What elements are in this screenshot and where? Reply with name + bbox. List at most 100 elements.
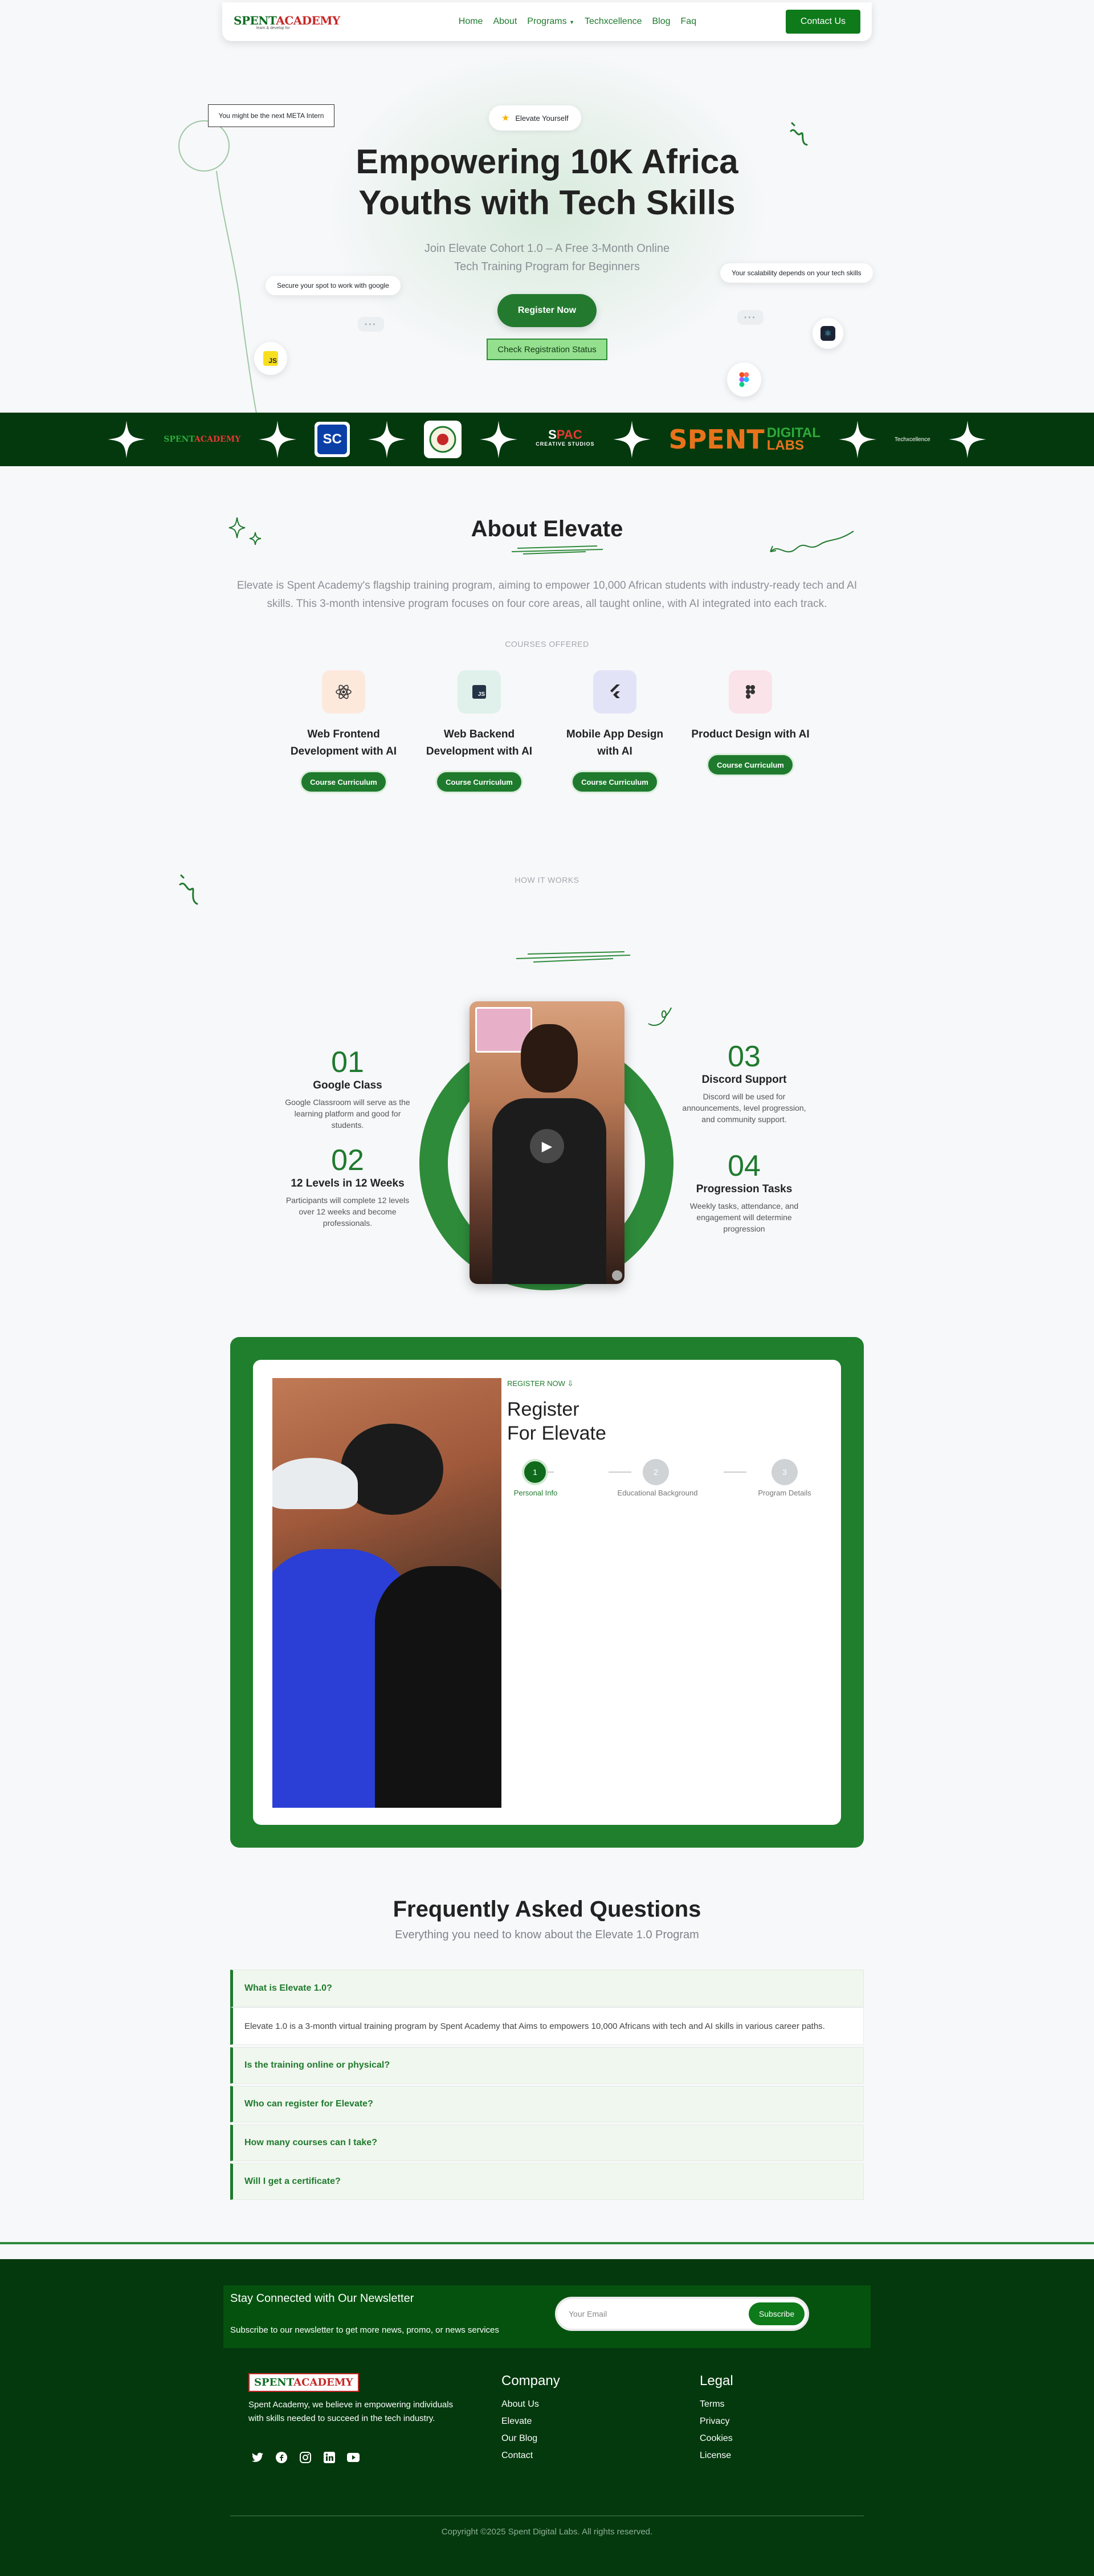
twitter-icon[interactable] [251, 2451, 264, 2464]
intro-video[interactable]: ▶ [470, 1001, 624, 1284]
hero-subtitle-line2: Tech Training Program for Beginners [454, 260, 640, 273]
nav-about[interactable]: About [493, 17, 517, 27]
step-card-4: 04 Progression Tasks Weekly tasks, atten… [681, 1149, 807, 1234]
faq-question[interactable]: How many courses can I take? [230, 2125, 864, 2161]
partner-logo-spentacademy: SPENTACADEMY [164, 435, 241, 444]
register-title-line2: For Elevate [507, 1422, 606, 1444]
person-shirt-black [375, 1566, 501, 1808]
footer-logo[interactable]: SPENTACADEMY [248, 2373, 359, 2392]
course-card-frontend: Web Frontend Development with AI Course … [284, 670, 403, 793]
stepper-line [609, 1472, 631, 1473]
how-it-works-label: HOW IT WORKS [515, 875, 579, 885]
sparkle-icon [368, 421, 406, 458]
hero-subtitle-line1: Join Elevate Cohort 1.0 – A Free 3-Month… [424, 242, 670, 255]
faq-question[interactable]: Will I get a certificate? [230, 2163, 864, 2200]
squiggle-icon [179, 874, 198, 905]
step-number: 04 [728, 1150, 761, 1183]
sparkle-icon [480, 421, 518, 458]
copyright: Copyright ©2025 Spent Digital Labs. All … [441, 2527, 653, 2537]
contact-us-button[interactable]: Contact Us [785, 10, 860, 34]
step-text: Discord will be used for announcements, … [682, 1092, 806, 1124]
step-number: 01 [331, 1046, 364, 1079]
check-registration-button[interactable]: Check Registration Status [487, 339, 607, 360]
step-title: Google Class [313, 1079, 382, 1091]
step-text: Weekly tasks, attendance, and engagement… [689, 1201, 799, 1233]
partners-band: SPENTACADEMY SC SPAC CREATIVE STUDIOS SPE… [0, 413, 1094, 466]
email-input[interactable]: Your Email [569, 2309, 607, 2318]
linkedin-icon[interactable] [323, 2451, 336, 2464]
elevate-badge: ★ Elevate Yourself [489, 105, 581, 131]
company-heading: Company [501, 2373, 560, 2388]
nav-home[interactable]: Home [459, 17, 483, 27]
hero-subtitle: Join Elevate Cohort 1.0 – A Free 3-Month… [376, 239, 718, 276]
faq-title: Frequently Asked Questions [393, 1897, 701, 1922]
footer-link-contact[interactable]: Contact [501, 2447, 560, 2464]
subscribe-button[interactable]: Subscribe [749, 2302, 805, 2325]
step-card-3: 03 Discord Support Discord will be used … [681, 1040, 807, 1125]
nav-faq[interactable]: Faq [681, 17, 697, 27]
register-photo [272, 1378, 501, 1808]
course-curriculum-button[interactable]: Course Curriculum [707, 753, 794, 776]
javascript-icon: JS [254, 342, 287, 375]
nav-programs-label: Programs [527, 17, 567, 26]
top-navbar: SPENTACADEMY learn & develop for Home Ab… [222, 2, 872, 41]
footer-link-blog[interactable]: Our Blog [501, 2430, 560, 2447]
instagram-icon[interactable] [299, 2451, 312, 2464]
step-circle[interactable]: 2 [643, 1459, 669, 1485]
logo[interactable]: SPENTACADEMY learn & develop for [234, 14, 340, 30]
footer-link-cookies[interactable]: Cookies [700, 2430, 733, 2447]
faq-question[interactable]: Is the training online or physical? [230, 2047, 864, 2084]
course-card-mobile: Mobile App Design with AI Course Curricu… [555, 670, 675, 793]
courses-offered-label: COURSES OFFERED [505, 639, 589, 649]
register-now-button[interactable]: Register Now [497, 294, 597, 327]
facebook-icon[interactable] [275, 2451, 288, 2464]
title-underline-scribble [511, 545, 603, 555]
nav-techxcellence[interactable]: Techxcellence [585, 17, 642, 27]
partner-logo-sc: SC [315, 422, 350, 457]
step-card-2: 02 12 Levels in 12 Weeks Participants wi… [285, 1143, 410, 1229]
footer-link-privacy[interactable]: Privacy [700, 2413, 733, 2430]
footer-company: Company About Us Elevate Our Blog Contac… [501, 2373, 560, 2464]
step-circle-active[interactable]: 1 [522, 1459, 548, 1485]
course-title: Web Backend Development with AI [426, 728, 533, 757]
sparkle-icon [948, 421, 986, 458]
step-title: 12 Levels in 12 Weeks [291, 1177, 405, 1189]
scalability-note: Your scalability depends on your tech sk… [720, 263, 873, 283]
footer-link-license[interactable]: License [700, 2447, 733, 2464]
course-card-backend: JS Web Backend Development with AI Cours… [419, 670, 539, 793]
course-curriculum-button[interactable]: Course Curriculum [571, 771, 659, 793]
footer-about: Spent Academy, we believe in empowering … [248, 2400, 454, 2423]
register-title: Register For Elevate [507, 1397, 606, 1445]
register-title-line1: Register [507, 1399, 579, 1420]
course-curriculum-button[interactable]: Course Curriculum [435, 771, 523, 793]
step-text: Participants will complete 12 levels ove… [285, 1196, 410, 1228]
google-note: Secure your spot to work with google [266, 276, 401, 295]
nav-blog[interactable]: Blog [652, 17, 671, 27]
faq-question[interactable]: What is Elevate 1.0? [230, 1970, 864, 2007]
partner-logo-spent-digital-labs: SPENT DIGITAL LABS [668, 424, 820, 455]
nav-programs[interactable]: Programs ▼ [527, 17, 574, 27]
partner-logo-seal [424, 421, 462, 458]
logo-tagline: learn & develop for [256, 26, 290, 30]
sparkle-icon [259, 421, 297, 458]
footer-link-elevate[interactable]: Elevate [501, 2413, 560, 2430]
footer-link-about[interactable]: About Us [501, 2396, 560, 2413]
play-button[interactable]: ▶ [530, 1129, 564, 1163]
sparkles-decor-icon [228, 517, 262, 545]
wave-decor-icon [770, 531, 854, 553]
step-label: Program Details [758, 1489, 811, 1497]
intern-note: You might be the next META Intern [208, 104, 334, 127]
newsletter-form: Your Email Subscribe [555, 2297, 809, 2331]
faq-question[interactable]: Who can register for Elevate? [230, 2086, 864, 2122]
step-label: Educational Background [617, 1489, 698, 1497]
play-icon: ▶ [541, 1138, 553, 1154]
video-settings-icon[interactable] [612, 1270, 622, 1281]
footer-link-terms[interactable]: Terms [700, 2396, 733, 2413]
course-title: Mobile App Design with AI [566, 728, 664, 757]
step-circle[interactable]: 3 [771, 1459, 798, 1485]
step-title: Discord Support [701, 1074, 787, 1086]
course-curriculum-button[interactable]: Course Curriculum [300, 771, 387, 793]
youtube-icon[interactable] [346, 2451, 360, 2464]
footer-legal: Legal Terms Privacy Cookies License [700, 2373, 733, 2464]
footer-divider [0, 2242, 1094, 2244]
